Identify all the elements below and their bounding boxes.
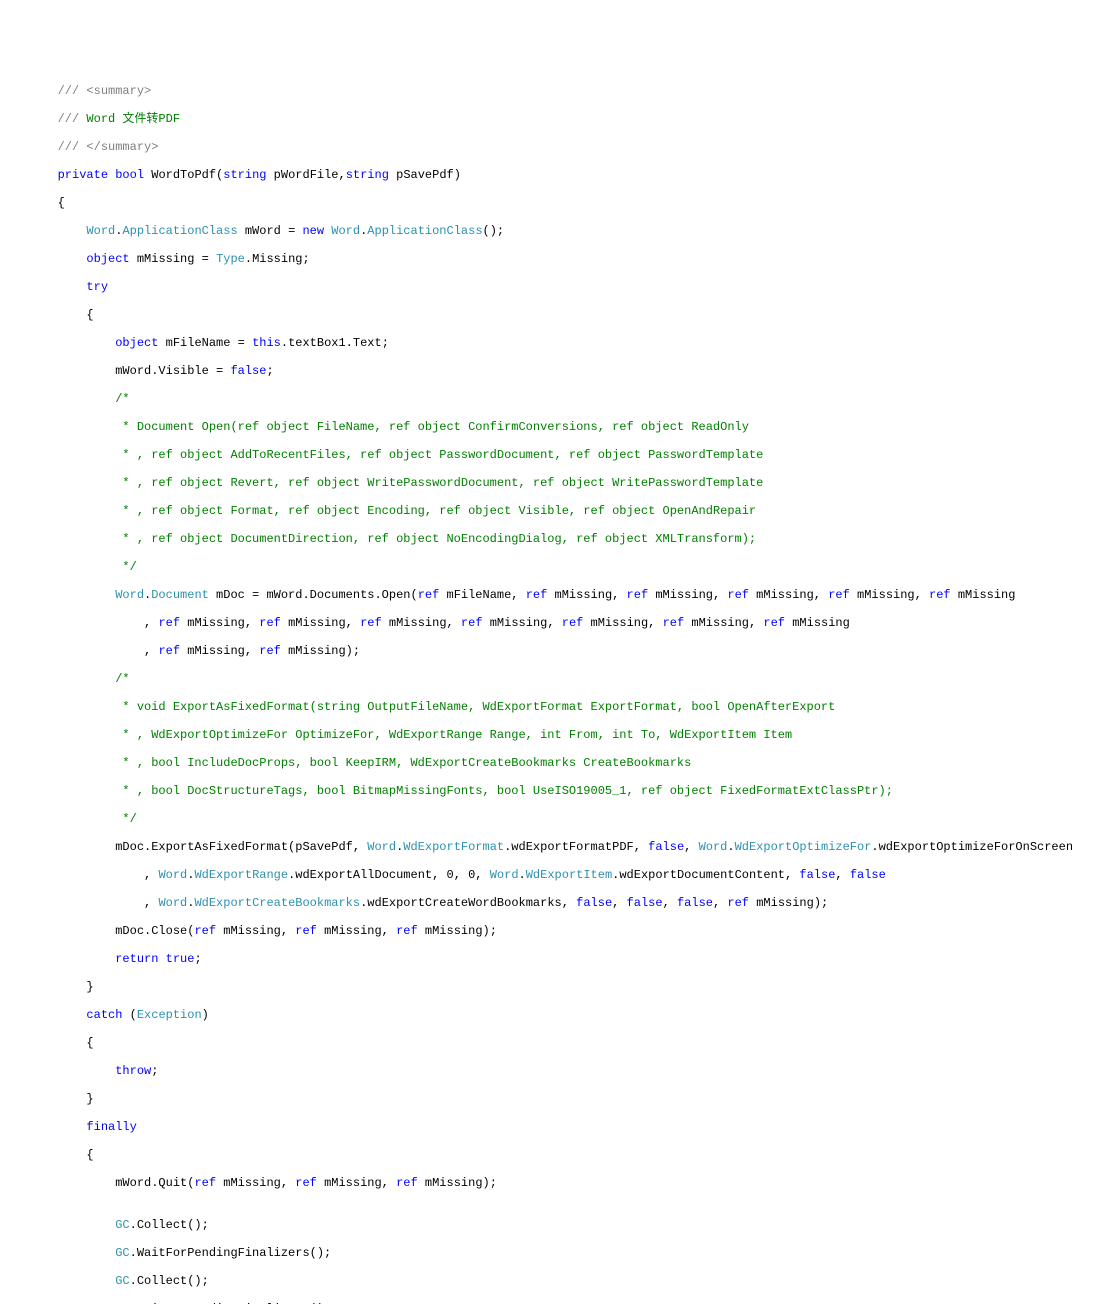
code-line: * , bool IncludeDocProps, bool KeepIRM, …: [0, 756, 1103, 770]
code-line: {: [0, 308, 1103, 322]
code-line: GC.WaitForPendingFinalizers();: [0, 1302, 1103, 1304]
code-editor[interactable]: /// <summary> /// Word 文件转PDF /// </summ…: [0, 70, 1103, 1304]
code-line: , ref mMissing, ref mMissing, ref mMissi…: [0, 616, 1103, 630]
code-line: * , WdExportOptimizeFor OptimizeFor, WdE…: [0, 728, 1103, 742]
code-line: mDoc.ExportAsFixedFormat(pSavePdf, Word.…: [0, 840, 1103, 854]
code-line: try: [0, 280, 1103, 294]
code-line: * void ExportAsFixedFormat(string Output…: [0, 700, 1103, 714]
code-line: * , bool DocStructureTags, bool BitmapMi…: [0, 784, 1103, 798]
code-line: throw;: [0, 1064, 1103, 1078]
code-line: * Document Open(ref object FileName, ref…: [0, 420, 1103, 434]
code-line: object mMissing = Type.Missing;: [0, 252, 1103, 266]
code-line: , Word.WdExportRange.wdExportAllDocument…: [0, 868, 1103, 882]
code-line: GC.Collect();: [0, 1218, 1103, 1232]
code-line: mDoc.Close(ref mMissing, ref mMissing, r…: [0, 924, 1103, 938]
code-line: */: [0, 560, 1103, 574]
code-line: catch (Exception): [0, 1008, 1103, 1022]
code-line: GC.Collect();: [0, 1274, 1103, 1288]
code-line: /// <summary>: [0, 84, 1103, 98]
code-line: }: [0, 1092, 1103, 1106]
code-line: }: [0, 980, 1103, 994]
code-line: GC.WaitForPendingFinalizers();: [0, 1246, 1103, 1260]
code-line: mWord.Visible = false;: [0, 364, 1103, 378]
code-line: Word.Document mDoc = mWord.Documents.Ope…: [0, 588, 1103, 602]
code-line: return true;: [0, 952, 1103, 966]
code-line: Word.ApplicationClass mWord = new Word.A…: [0, 224, 1103, 238]
code-line: * , ref object DocumentDirection, ref ob…: [0, 532, 1103, 546]
code-line: mWord.Quit(ref mMissing, ref mMissing, r…: [0, 1176, 1103, 1190]
code-line: /*: [0, 392, 1103, 406]
code-line: private bool WordToPdf(string pWordFile,…: [0, 168, 1103, 182]
code-line: /// Word 文件转PDF: [0, 112, 1103, 126]
code-line: , ref mMissing, ref mMissing);: [0, 644, 1103, 658]
code-line: {: [0, 1036, 1103, 1050]
code-line: object mFileName = this.textBox1.Text;: [0, 336, 1103, 350]
code-line: */: [0, 812, 1103, 826]
code-line: /*: [0, 672, 1103, 686]
code-line: , Word.WdExportCreateBookmarks.wdExportC…: [0, 896, 1103, 910]
code-line: /// </summary>: [0, 140, 1103, 154]
code-line: * , ref object Revert, ref object WriteP…: [0, 476, 1103, 490]
code-line: {: [0, 196, 1103, 210]
code-line: {: [0, 1148, 1103, 1162]
code-line: * , ref object AddToRecentFiles, ref obj…: [0, 448, 1103, 462]
code-line: * , ref object Format, ref object Encodi…: [0, 504, 1103, 518]
code-line: finally: [0, 1120, 1103, 1134]
